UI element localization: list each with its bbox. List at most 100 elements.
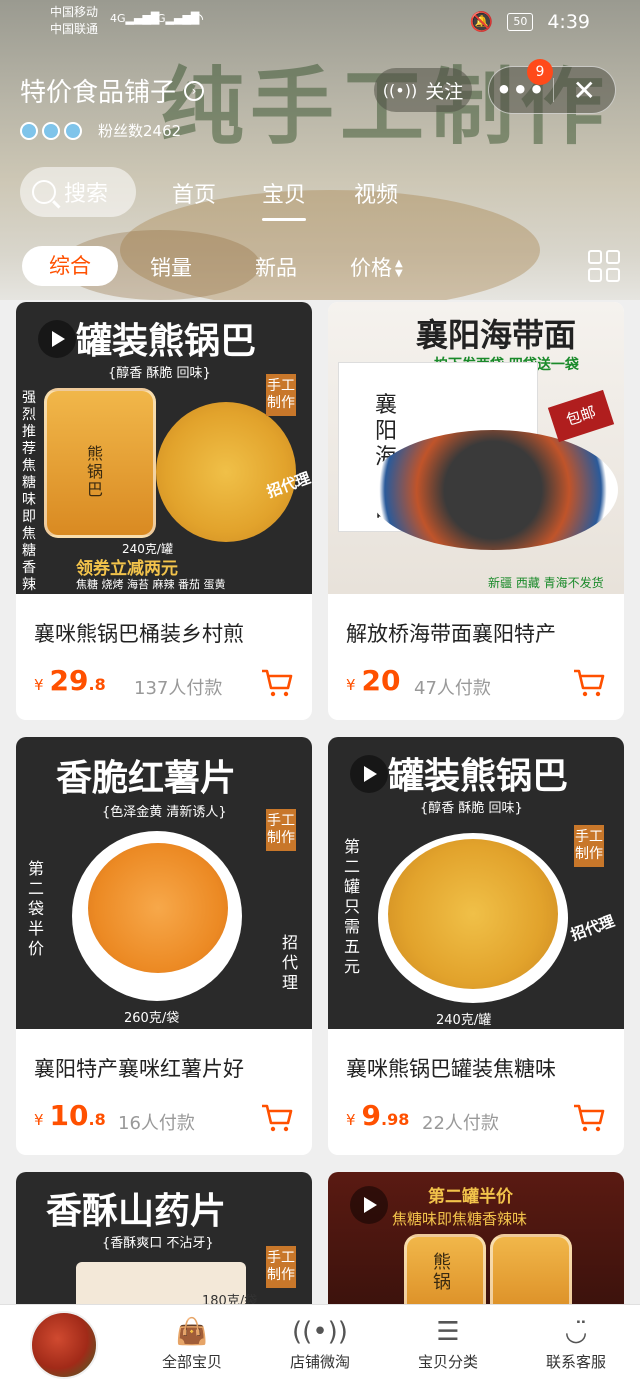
nav-label: 店铺微淘 <box>289 1353 350 1371</box>
nav-customer-service[interactable]: ◡̈ 联系客服 <box>516 1313 636 1372</box>
product-image[interactable]: 香酥山药片 {香酥爽口 不沾牙} 手工制作 180克/袋 <box>16 1172 312 1312</box>
crown-icon <box>20 121 38 140</box>
product-image[interactable]: 香脆红薯片 {色泽金黄 清新诱人} 第二袋半价 手工制作 招代理 260克/袋 <box>16 737 312 1029</box>
product-card[interactable]: 香酥山药片 {香酥爽口 不沾牙} 手工制作 180克/袋 <box>16 1172 312 1312</box>
product-title[interactable]: 襄阳特产襄咪红薯片好 <box>34 1053 244 1083</box>
product-card[interactable]: 襄阳海带面 拍下发两袋 四袋送一袋 襄阳海带面 包邮 新疆 西藏 青海不发货 解… <box>328 302 624 720</box>
free-shipping-tag: 包邮 <box>547 389 615 443</box>
product-title[interactable]: 襄咪熊锅巴桶装乡村煎 <box>34 618 244 648</box>
sort-overall[interactable]: 综合 <box>22 246 118 286</box>
noodle-bowl-image <box>368 430 618 550</box>
mute-icon: 🔕 <box>469 11 494 33</box>
product-price: ¥20 <box>346 664 401 697</box>
jar-image: 熊锅巴 <box>44 388 156 538</box>
image-side-text: 第二罐只需五元 <box>344 837 361 976</box>
clock: 4:39 <box>547 10 590 33</box>
image-headline: 罐装熊锅巴 <box>76 320 257 362</box>
battery-icon: 50 <box>507 12 534 31</box>
nav-all-products[interactable]: 👜 全部宝贝 <box>132 1313 252 1372</box>
product-image[interactable]: 罐装熊锅巴 {醇香 酥脆 回味} 强烈推荐焦糖味 即焦糖香辣味 熊锅巴 手工制作… <box>16 302 312 594</box>
fans-count: 粉丝数2462 <box>98 122 182 140</box>
image-side-text: 强烈推荐焦糖味 即焦糖香辣味 <box>22 390 36 593</box>
cart-icon[interactable] <box>260 1103 294 1133</box>
shop-name-text: 特价食品铺子 <box>20 78 177 108</box>
image-headline: 襄阳海带面 <box>416 316 577 354</box>
search-button[interactable]: 搜索 <box>20 167 136 217</box>
bag-icon: 👜 <box>175 1317 209 1347</box>
carrier-2: 中国联通 <box>50 22 99 36</box>
product-price: ¥9.98 <box>346 1099 410 1132</box>
product-card[interactable]: 香脆红薯片 {色泽金黄 清新诱人} 第二袋半价 手工制作 招代理 260克/袋 … <box>16 737 312 1155</box>
image-headline: 罐装熊锅巴 <box>388 755 569 797</box>
product-price: ¥10.8 <box>34 1099 106 1132</box>
product-title[interactable]: 解放桥海带面襄阳特产 <box>346 618 556 648</box>
handmade-stamp: 手工制作 <box>266 374 296 416</box>
sort-sales[interactable]: 销量 <box>150 252 192 282</box>
flavors-text: 焦糖 烧烤 海苔 麻辣 番茄 蛋黄 <box>76 578 226 591</box>
handmade-stamp: 手工制作 <box>574 825 604 867</box>
carrier-labels: 中国移动 中国联通 <box>50 4 98 38</box>
product-card[interactable]: 罐装熊锅巴 {醇香 酥脆 回味} 强烈推荐焦糖味 即焦糖香辣味 熊锅巴 手工制作… <box>16 302 312 720</box>
follow-button[interactable]: ((•)) 关注 <box>374 68 472 112</box>
crown-icon <box>64 121 82 140</box>
image-sub: {醇香 酥脆 回味} <box>108 366 211 381</box>
image-sub: {色泽金黄 清新诱人} <box>102 805 227 820</box>
broadcast-icon: ((•)) <box>382 80 418 100</box>
sort-price-label: 价格 <box>350 256 392 280</box>
follow-label: 关注 <box>425 80 464 103</box>
cart-icon[interactable] <box>572 1103 606 1133</box>
image-headline: 香酥山药片 <box>46 1190 227 1232</box>
product-image[interactable]: 第二罐半价 焦糖味即焦糖香辣味 熊锅 <box>328 1172 624 1312</box>
shipping-note: 新疆 西藏 青海不发货 <box>488 576 604 590</box>
nav-label: 全部宝贝 <box>161 1353 222 1371</box>
bottom-nav: 👜 全部宝贝 ((•)) 店铺微淘 ☰ 宝贝分类 ◡̈ 联系客服 <box>0 1304 640 1386</box>
jar-label: 熊锅巴 <box>87 444 104 499</box>
product-image[interactable]: 襄阳海带面 拍下发两袋 四袋送一袋 襄阳海带面 包邮 新疆 西藏 青海不发货 <box>328 302 624 594</box>
tab-products[interactable]: 宝贝 <box>262 177 307 221</box>
broadcast-icon: ((•)) <box>292 1317 348 1347</box>
image-sub: 焦糖味即焦糖香辣味 <box>392 1210 528 1228</box>
product-title[interactable]: 襄咪熊锅巴罐装焦糖味 <box>346 1053 556 1083</box>
chat-icon: ◡̈ <box>564 1317 588 1347</box>
weight-label: 260克/袋 <box>124 1011 180 1026</box>
carrier-1: 中国移动 <box>50 5 99 19</box>
cart-icon[interactable] <box>572 668 606 698</box>
play-icon <box>38 320 76 358</box>
agent-text: 招代理 <box>568 911 617 945</box>
crown-icon <box>42 121 60 140</box>
weight-label: 240克/罐 <box>436 1013 492 1028</box>
chevron-right-icon: › <box>184 80 205 101</box>
list-icon: ☰ <box>436 1317 460 1347</box>
search-label: 搜索 <box>64 182 109 207</box>
tab-home[interactable]: 首页 <box>172 177 216 209</box>
image-side-text: 第二袋半价 <box>28 859 45 958</box>
nav-categories[interactable]: ☰ 宝贝分类 <box>388 1313 508 1372</box>
sold-count: 137人付款 <box>134 678 223 699</box>
wifi-icon: ◠ <box>190 9 204 28</box>
product-card[interactable]: 罐装熊锅巴 {醇香 酥脆 回味} 第二罐只需五元 手工制作 招代理 240克/罐… <box>328 737 624 1155</box>
sort-price[interactable]: 价格 ▲ ▼ <box>350 252 403 282</box>
nav-label: 宝贝分类 <box>417 1353 478 1371</box>
tab-videos[interactable]: 视频 <box>354 177 398 209</box>
close-button[interactable]: ✕ <box>553 74 615 107</box>
sort-bar: 综合 销量 新品 价格 ▲ ▼ <box>0 246 640 286</box>
grid-view-icon[interactable] <box>588 250 620 282</box>
product-card[interactable]: 第二罐半价 焦糖味即焦糖香辣味 熊锅 <box>328 1172 624 1312</box>
product-price: ¥29.8 <box>34 664 106 697</box>
image-sub: {醇香 酥脆 回味} <box>420 801 523 816</box>
shop-badges: 粉丝数2462 <box>20 120 181 141</box>
handmade-stamp: 手工制作 <box>266 1246 296 1288</box>
shop-avatar[interactable] <box>30 1311 98 1379</box>
play-icon <box>350 1186 388 1224</box>
chips-image <box>156 402 296 542</box>
shop-name[interactable]: 特价食品铺子 › <box>20 72 205 109</box>
chips-image <box>388 839 558 989</box>
jar-label: 熊锅 <box>433 1252 451 1293</box>
nav-label: 联系客服 <box>545 1353 606 1371</box>
sort-new[interactable]: 新品 <box>255 252 297 282</box>
product-image[interactable]: 罐装熊锅巴 {醇香 酥脆 回味} 第二罐只需五元 手工制作 招代理 240克/罐 <box>328 737 624 1029</box>
image-headline: 第二罐半价 <box>428 1187 513 1207</box>
sold-count: 16人付款 <box>118 1113 195 1134</box>
nav-shop-feed[interactable]: ((•)) 店铺微淘 <box>260 1313 380 1372</box>
cart-icon[interactable] <box>260 668 294 698</box>
